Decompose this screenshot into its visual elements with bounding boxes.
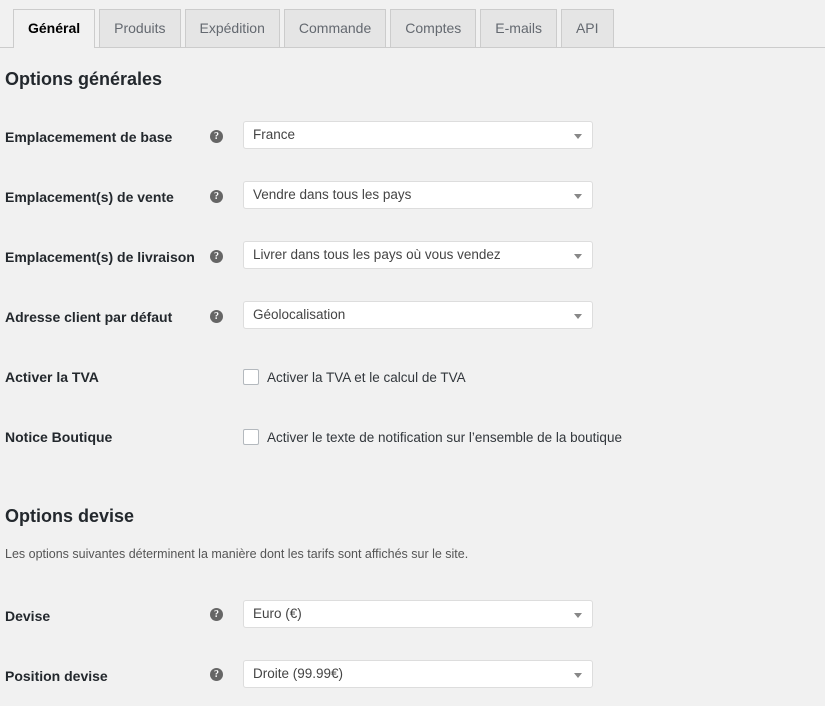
select-position-devise[interactable]: Droite (99.99€) — [243, 660, 593, 688]
help-cell-devise: ? — [210, 586, 243, 646]
field-label-emplacemement-de-base: Emplacemement de base — [5, 107, 210, 167]
currency-section-description: Les options suivantes déterminent la man… — [5, 545, 825, 564]
settings-tab-bar: GénéralProduitsExpéditionCommandeComptes… — [0, 0, 825, 48]
field-cell-emplacemement-de-base: France — [243, 107, 825, 167]
field-label-notice-boutique: Notice Boutique — [5, 407, 210, 467]
settings-content: Options générales Emplacemement de base?… — [0, 68, 825, 706]
form-row-emplacements-de-livraison: Emplacement(s) de livraison? Livrer dans … — [5, 227, 825, 287]
section-title-general: Options générales — [5, 68, 825, 91]
field-label-emplacements-de-vente: Emplacement(s) de vente — [5, 167, 210, 227]
checkbox-activer-la-tva[interactable] — [243, 369, 259, 385]
checkbox-group-activer-la-tva: Activer la TVA et le calcul de TVA — [243, 369, 825, 385]
tab-comptes[interactable]: Comptes — [390, 9, 476, 47]
checkbox-label-activer-la-tva[interactable]: Activer la TVA et le calcul de TVA — [267, 370, 466, 385]
help-cell-emplacemement-de-base: ? — [210, 107, 243, 167]
field-cell-devise: Euro (€) — [243, 586, 825, 646]
form-row-adresse-client-par-defaut: Adresse client par défaut? Géolocalisatio… — [5, 287, 825, 347]
currency-options-table: Devise? Euro (€) Position devise? Droite (9… — [5, 586, 825, 706]
help-cell-activer-la-tva — [210, 347, 243, 407]
select-value-emplacemement-de-base: France — [244, 122, 592, 148]
form-row-position-devise: Position devise? Droite (99.99€) — [5, 646, 825, 706]
section-title-currency: Options devise — [5, 505, 825, 528]
tab-commande[interactable]: Commande — [284, 9, 386, 47]
form-row-devise: Devise? Euro (€) — [5, 586, 825, 646]
select-devise[interactable]: Euro (€) — [243, 600, 593, 628]
help-icon-emplacemement-de-base[interactable]: ? — [210, 130, 223, 143]
select-value-adresse-client-par-defaut: Géolocalisation — [244, 302, 592, 328]
form-row-activer-la-tva: Activer la TVA Activer la TVA et le calcu… — [5, 347, 825, 407]
field-label-position-devise: Position devise — [5, 646, 210, 706]
select-emplacemement-de-base[interactable]: France — [243, 121, 593, 149]
select-adresse-client-par-defaut[interactable]: Géolocalisation — [243, 301, 593, 329]
help-icon-devise[interactable]: ? — [210, 608, 223, 621]
field-cell-emplacements-de-vente: Vendre dans tous les pays — [243, 167, 825, 227]
field-label-activer-la-tva: Activer la TVA — [5, 347, 210, 407]
help-icon-emplacements-de-vente[interactable]: ? — [210, 190, 223, 203]
field-cell-notice-boutique: Activer le texte de notification sur l’e… — [243, 407, 825, 467]
field-label-emplacements-de-livraison: Emplacement(s) de livraison — [5, 227, 210, 287]
form-row-emplacements-de-vente: Emplacement(s) de vente? Vendre dans tous… — [5, 167, 825, 227]
select-value-devise: Euro (€) — [244, 601, 592, 627]
select-value-position-devise: Droite (99.99€) — [244, 661, 592, 687]
field-cell-adresse-client-par-defaut: Géolocalisation — [243, 287, 825, 347]
help-cell-emplacements-de-livraison: ? — [210, 227, 243, 287]
form-row-notice-boutique: Notice Boutique Activer le texte de notif… — [5, 407, 825, 467]
select-emplacements-de-vente[interactable]: Vendre dans tous les pays — [243, 181, 593, 209]
field-label-devise: Devise — [5, 586, 210, 646]
help-icon-emplacements-de-livraison[interactable]: ? — [210, 250, 223, 263]
checkbox-label-notice-boutique[interactable]: Activer le texte de notification sur l’e… — [267, 430, 622, 445]
help-icon-position-devise[interactable]: ? — [210, 668, 223, 681]
help-cell-position-devise: ? — [210, 646, 243, 706]
select-emplacements-de-livraison[interactable]: Livrer dans tous les pays où vous vendez — [243, 241, 593, 269]
select-value-emplacements-de-vente: Vendre dans tous les pays — [244, 182, 592, 208]
select-value-emplacements-de-livraison: Livrer dans tous les pays où vous vendez — [244, 242, 592, 268]
tab-api[interactable]: API — [561, 9, 614, 47]
checkbox-notice-boutique[interactable] — [243, 429, 259, 445]
field-cell-activer-la-tva: Activer la TVA et le calcul de TVA — [243, 347, 825, 407]
help-cell-adresse-client-par-defaut: ? — [210, 287, 243, 347]
help-icon-adresse-client-par-defaut[interactable]: ? — [210, 310, 223, 323]
form-row-emplacemement-de-base: Emplacemement de base? France — [5, 107, 825, 167]
tab-produits[interactable]: Produits — [99, 9, 180, 47]
tab-general[interactable]: Général — [13, 9, 95, 48]
field-cell-position-devise: Droite (99.99€) — [243, 646, 825, 706]
tab-e-mails[interactable]: E-mails — [480, 9, 557, 47]
field-label-adresse-client-par-defaut: Adresse client par défaut — [5, 287, 210, 347]
tab-expedition[interactable]: Expédition — [185, 9, 280, 47]
general-options-table: Emplacemement de base? France Emplacement(… — [5, 107, 825, 467]
help-cell-emplacements-de-vente: ? — [210, 167, 243, 227]
checkbox-group-notice-boutique: Activer le texte de notification sur l’e… — [243, 429, 825, 445]
field-cell-emplacements-de-livraison: Livrer dans tous les pays où vous vendez — [243, 227, 825, 287]
help-cell-notice-boutique — [210, 407, 243, 467]
